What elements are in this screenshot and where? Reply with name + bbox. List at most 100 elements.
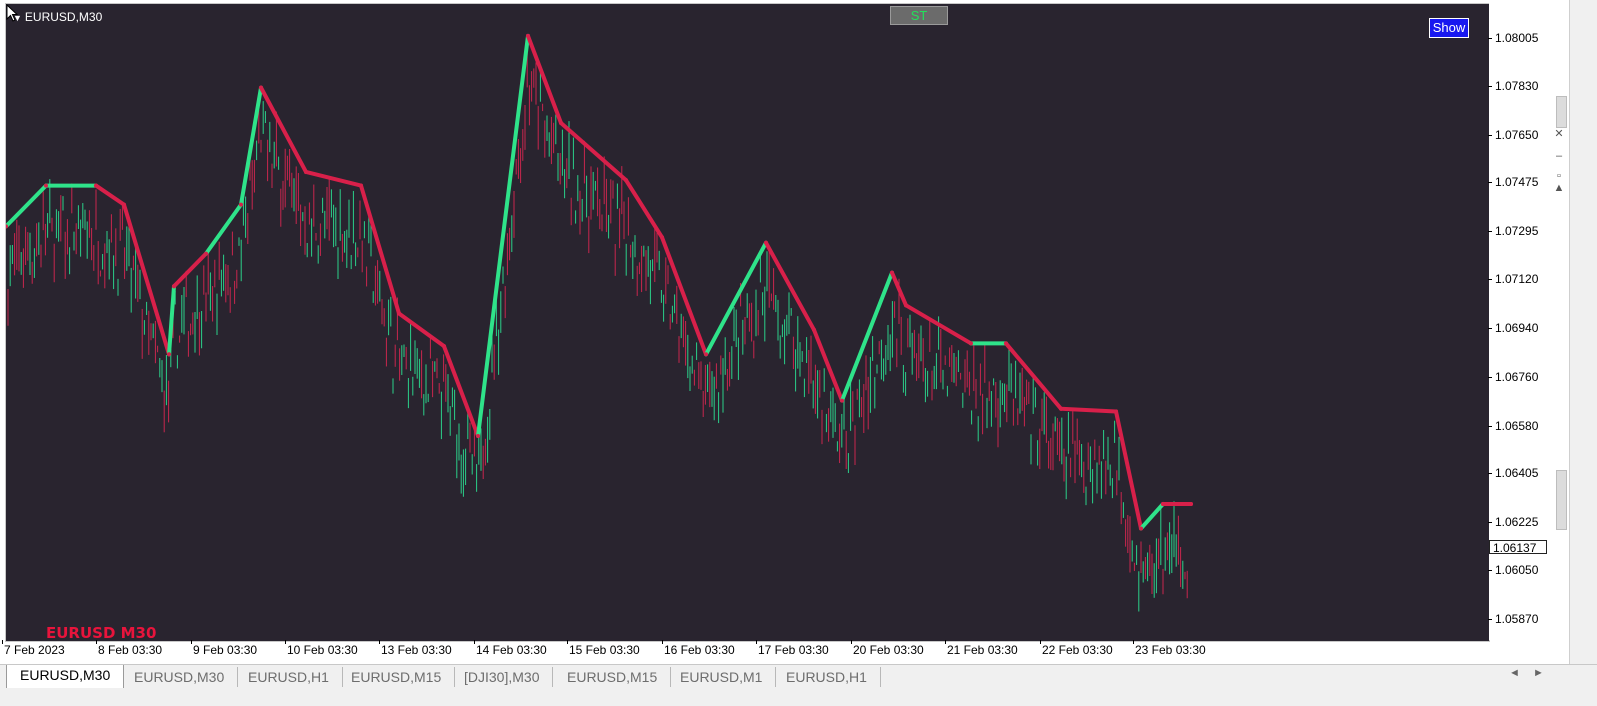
show-button[interactable]: Show	[1429, 18, 1469, 38]
symbol-title-text: EURUSD,M30	[24, 10, 103, 24]
supertrend-point	[660, 235, 664, 240]
price-axis-label: 1.05870	[1487, 612, 1538, 626]
symbol-title[interactable]: ▼ EURUSD,M30	[13, 10, 102, 24]
tab-eurusd-m30[interactable]: EURUSD,M30	[6, 665, 125, 689]
time-axis[interactable]: 7 Feb 2023 8 Feb 03:30 9 Feb 03:30 10 Feb 0…	[0, 640, 1490, 661]
pair-timeframe-label: EURUSD M30	[46, 624, 157, 642]
price-axis-label: 1.08005	[1487, 31, 1538, 45]
supertrend-point	[239, 202, 243, 207]
supertrend-point	[890, 270, 894, 275]
price-axis-label: 1.07475	[1487, 175, 1538, 189]
tab-scroll-right-icon[interactable]: ►	[1533, 667, 1544, 679]
supertrend-point	[1059, 406, 1063, 411]
tab-eurusd-m15[interactable]: EURUSD,M15	[338, 667, 456, 687]
supertrend-point	[259, 85, 263, 90]
price-axis-label: 1.06405	[1487, 466, 1538, 480]
price-axis-label: 1.06225	[1487, 515, 1538, 529]
time-axis-label: 8 Feb 03:30	[95, 640, 163, 657]
supertrend-segment	[167, 284, 176, 357]
time-axis-label: 23 Feb 03:30	[1133, 640, 1206, 657]
price-axis-label: 1.07830	[1487, 79, 1538, 93]
price-axis-label: 1.06760	[1487, 370, 1538, 384]
tab-eurusd-h1[interactable]: EURUSD,H1	[773, 667, 881, 687]
supertrend-segment	[204, 202, 243, 256]
supertrend-segment	[442, 344, 480, 438]
supertrend-point	[204, 251, 208, 256]
supertrend-point	[167, 352, 171, 357]
supertrend-point	[526, 33, 530, 38]
time-axis-label: 17 Feb 03:30	[756, 640, 829, 657]
current-price-label: 1.06137	[1489, 540, 1547, 555]
price-chart-plot[interactable]: ▼ EURUSD,M30 ST Show EURUSD M30	[5, 3, 1490, 642]
supertrend-segment	[559, 121, 628, 183]
time-axis-label: 16 Feb 03:30	[662, 640, 735, 657]
supertrend-point	[476, 433, 480, 438]
chart-tabs-bar: EURUSD,M30 EURUSD,M30 EURUSD,H1 EURUSD,M15[…	[0, 664, 1597, 689]
minimize-icon[interactable]: –	[1553, 150, 1565, 162]
supertrend-point	[904, 303, 908, 308]
mouse-pointer-icon	[6, 4, 19, 22]
time-axis-label: 13 Feb 03:30	[379, 640, 452, 657]
supertrend-segment	[94, 183, 126, 207]
chart-window[interactable]: ▼ EURUSD,M30 ST Show EURUSD M30 1.08005 1.…	[0, 0, 1570, 664]
price-axis-label: 1.06580	[1487, 419, 1538, 433]
supertrend-segment	[239, 85, 263, 207]
supertrend-point	[94, 183, 98, 188]
supertrend-point	[1114, 409, 1118, 414]
supertrend-point	[812, 327, 816, 332]
price-axis-label: 1.07650	[1487, 128, 1538, 142]
tab-eurusd-m15[interactable]: EURUSD,M15	[554, 667, 672, 687]
tab-eurusd-h1[interactable]: EURUSD,H1	[235, 667, 343, 687]
supertrend-segment	[1114, 409, 1143, 531]
price-axis-label: 1.07120	[1487, 272, 1538, 286]
supertrend-point	[764, 240, 768, 245]
supertrend-point	[1161, 501, 1165, 506]
tab-eurusd-m1[interactable]: EURUSD,M1	[667, 667, 777, 687]
supertrend-point	[122, 202, 126, 207]
price-axis-label: 1.07295	[1487, 224, 1538, 238]
price-axis-label: 1.06050	[1487, 563, 1538, 577]
time-axis-label: 14 Feb 03:30	[474, 640, 547, 657]
supertrend-segment	[476, 33, 530, 438]
time-axis-label: 20 Feb 03:30	[851, 640, 924, 657]
time-axis-label: 22 Feb 03:30	[1040, 640, 1113, 657]
time-axis-label: 10 Feb 03:30	[285, 640, 358, 657]
supertrend-point	[397, 311, 401, 316]
supertrend-segment	[660, 235, 708, 357]
supertrend-segment	[624, 178, 664, 240]
supertrend-point	[840, 398, 844, 403]
supertrend-segment	[397, 311, 446, 349]
supertrend-point	[624, 178, 628, 183]
supertrend-point	[172, 284, 176, 289]
supertrend-point	[559, 121, 563, 125]
supertrend-point	[44, 183, 48, 188]
supertrend-segment	[1059, 406, 1118, 414]
vertical-scroll-thumb[interactable]	[1556, 96, 1567, 128]
supertrend-point	[442, 344, 446, 349]
supertrend-segment	[304, 169, 363, 188]
tab-scroll-left-icon[interactable]: ◄	[1509, 667, 1520, 679]
supertrend-point	[304, 169, 308, 174]
supertrend-segment	[840, 270, 894, 403]
close-icon[interactable]: ✕	[1553, 128, 1565, 140]
price-axis-label: 1.06940	[1487, 321, 1538, 335]
time-axis-label: 7 Feb 2023	[2, 640, 65, 657]
supertrend-point	[1139, 526, 1143, 531]
supertrend-point	[1004, 341, 1008, 346]
vertical-scroll-thumb-lower[interactable]	[1556, 470, 1567, 530]
tab-eurusd-m30[interactable]: EURUSD,M30	[121, 667, 239, 687]
supertrend-segment	[6, 183, 48, 229]
tab-dji30-m30[interactable]: [DJI30],M30	[451, 667, 554, 687]
supertrend-point	[704, 352, 708, 357]
supertrend-point	[359, 183, 363, 188]
scroll-up-icon[interactable]: ▲	[1553, 182, 1565, 194]
restore-icon[interactable]: ▫	[1553, 170, 1565, 182]
time-axis-label: 15 Feb 03:30	[567, 640, 640, 657]
candles-group	[7, 53, 1188, 612]
supertrend-segment	[526, 33, 563, 125]
supertrend-segment	[812, 327, 844, 403]
st-indicator-button[interactable]: ST	[890, 6, 948, 25]
time-axis-label: 9 Feb 03:30	[190, 640, 258, 657]
status-strip	[0, 688, 1597, 706]
supertrend-point	[1189, 501, 1193, 506]
